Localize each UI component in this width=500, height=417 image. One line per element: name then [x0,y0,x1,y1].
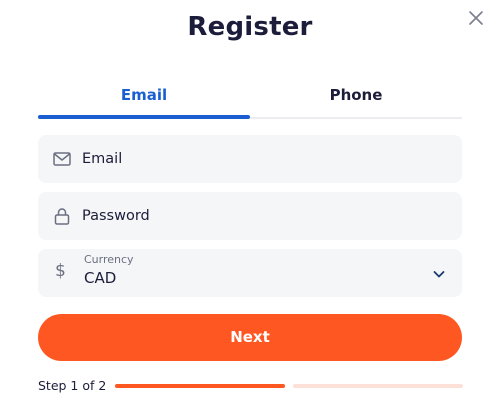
close-button[interactable] [466,8,486,28]
progress-step-2 [293,384,463,388]
tab-phone[interactable]: Phone [250,80,462,117]
tab-bar: Email Phone [38,80,462,120]
password-field[interactable]: Password [38,192,462,240]
next-button[interactable]: Next [38,314,462,361]
password-placeholder: Password [82,208,150,224]
chevron-down-icon[interactable] [432,266,446,280]
dollar-icon: $ [55,261,66,281]
active-tab-indicator [38,115,250,119]
modal-title: Register [187,12,313,42]
close-icon [469,11,483,25]
progress-step-1 [115,384,285,388]
tab-email[interactable]: Email [38,80,250,117]
envelope-icon [52,149,72,169]
register-modal: Register Email Phone Email Password $ Cu… [0,0,500,417]
step-indicator-text: Step 1 of 2 [38,378,107,393]
currency-select[interactable]: $ Currency CAD [38,249,462,297]
lock-icon [52,206,72,226]
email-placeholder: Email [82,151,123,167]
email-field[interactable]: Email [38,135,462,183]
currency-label: Currency [84,253,134,266]
currency-value: CAD [84,269,117,287]
